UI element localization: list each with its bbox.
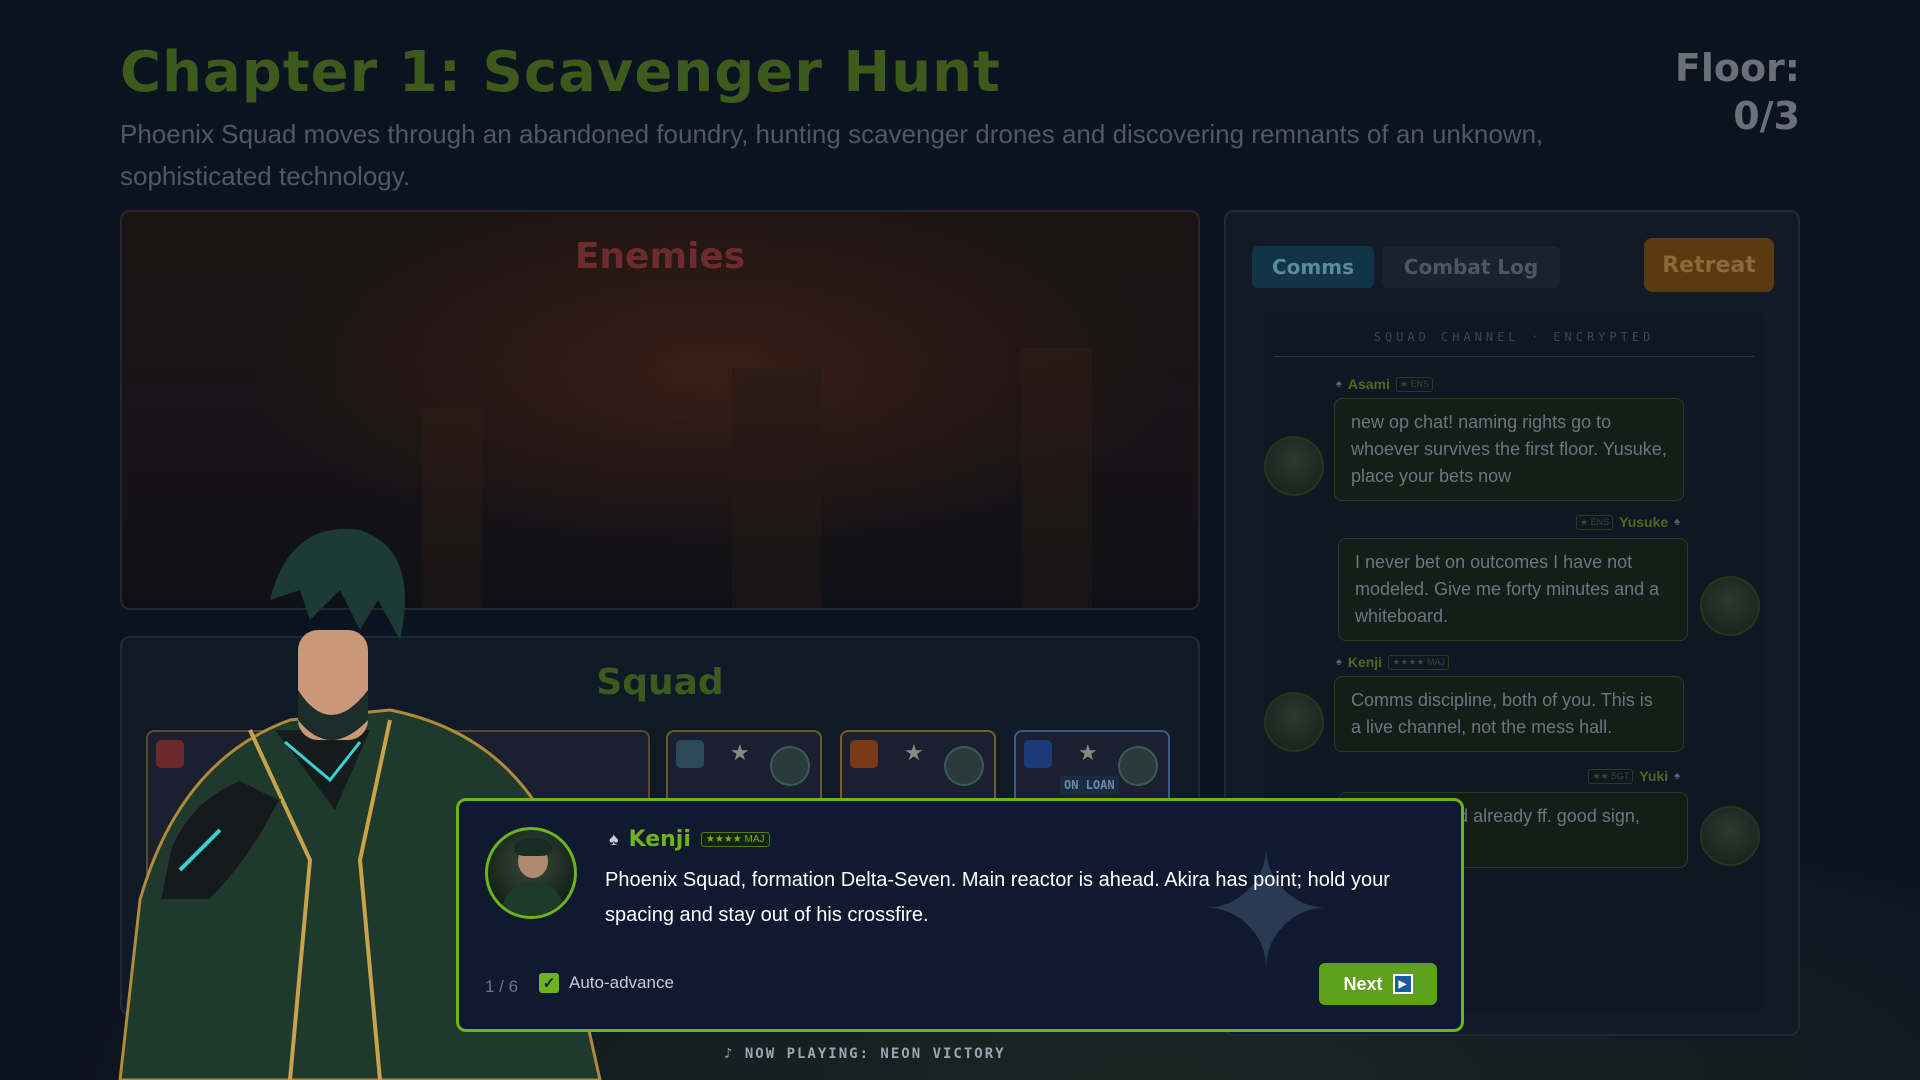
star-icon: ★ — [730, 740, 750, 765]
avatar-hair — [514, 838, 552, 856]
auto-advance-label: Auto-advance — [569, 973, 674, 992]
next-button-label: Next — [1343, 973, 1383, 994]
message-bubble: I never bet on outcomes I have not model… — [1338, 538, 1688, 641]
channel-divider — [1274, 356, 1754, 357]
phoenix-emblem-icon: ♠ — [1674, 516, 1680, 528]
message-bubble: Comms discipline, both of you. This is a… — [1334, 676, 1684, 752]
phoenix-emblem-icon: ♠ — [1336, 378, 1342, 390]
message-author: Kenji — [1347, 654, 1383, 670]
unit-badge-icon — [1024, 740, 1052, 768]
floor-value: 0/3 — [1733, 94, 1800, 138]
dialogue-box[interactable]: ✦ ♠ Kenji ★★★★ MAJ Phoenix Squad, format… — [456, 798, 1464, 1032]
speaker-name: Kenji — [628, 827, 691, 852]
now-playing-label: ♪ NOW PLAYING: NEON VICTORY — [724, 1046, 1006, 1062]
chapter-title: Chapter 1: Scavenger Hunt — [120, 40, 1001, 105]
chapter-header: Chapter 1: Scavenger Hunt Phoenix Squad … — [120, 40, 1600, 197]
tab-comms[interactable]: Comms — [1252, 246, 1374, 288]
avatar[interactable] — [1264, 436, 1324, 496]
speaker-rank-badge: ★★★★ MAJ — [700, 832, 770, 847]
unit-portrait — [944, 746, 984, 786]
star-icon: ★ — [1078, 740, 1098, 765]
play-icon: ▶ — [1392, 974, 1413, 994]
dialogue-progress: 1 / 6 — [485, 977, 519, 996]
avatar[interactable] — [1700, 806, 1760, 866]
rank-badge: ★ ENS — [1395, 376, 1433, 392]
avatar[interactable] — [1700, 576, 1760, 636]
message-author: Yusuke — [1619, 514, 1669, 530]
tab-combat-log[interactable]: Combat Log — [1382, 246, 1560, 288]
rank-badge: ★★ SGT — [1588, 768, 1634, 784]
rank-badge: ★★★★ MAJ — [1388, 654, 1449, 670]
message-author: Yuki — [1639, 768, 1669, 784]
floor-label: Floor: — [1674, 46, 1800, 90]
floor-indicator: Floor: 0/3 — [1675, 44, 1800, 140]
enemies-title: Enemies — [574, 236, 746, 277]
channel-label: SQUAD CHANNEL · ENCRYPTED — [1373, 330, 1655, 344]
message-meta: ♠ Asami ★ ENS — [1336, 376, 1433, 392]
unit-badge-icon — [156, 740, 184, 768]
dialogue-text: Phoenix Squad, formation Delta-Seven. Ma… — [605, 869, 1390, 926]
phoenix-emblem-icon: ♠ — [1336, 656, 1342, 668]
unit-portrait — [1118, 746, 1158, 786]
unit-portrait — [770, 746, 810, 786]
unit-badge-icon — [850, 740, 878, 768]
avatar[interactable] — [1264, 692, 1324, 752]
auto-advance-checkbox[interactable]: ✓ — [539, 973, 559, 993]
next-button[interactable]: Next ▶ — [1319, 963, 1437, 1005]
speaker-avatar — [485, 827, 577, 919]
message-meta: ♠ Kenji ★★★★ MAJ — [1336, 654, 1449, 670]
auto-advance-toggle[interactable]: ✓ Auto-advance — [539, 973, 674, 993]
star-icon: ★ — [904, 740, 924, 765]
on-loan-badge: ON LOAN — [1060, 776, 1119, 794]
retreat-button[interactable]: Retreat — [1644, 238, 1774, 292]
foundry-pillar — [1022, 348, 1092, 608]
unit-badge-icon — [676, 740, 704, 768]
message-bubble: new op chat! naming rights go to whoever… — [1334, 398, 1684, 501]
phoenix-emblem-icon: ♠ — [1674, 770, 1680, 782]
message-meta: ★★ SGT Yuki ♠ — [1588, 768, 1680, 784]
foundry-pillar — [422, 408, 482, 608]
phoenix-emblem-icon: ♠ — [609, 829, 619, 849]
avatar-body — [502, 882, 564, 916]
chapter-description: Phoenix Squad moves through an abandoned… — [120, 119, 1544, 191]
squad-title: Squad — [596, 662, 724, 703]
speaker-header: ♠ Kenji ★★★★ MAJ — [609, 827, 770, 852]
enemies-panel: Enemies — [120, 210, 1200, 610]
message-meta: ★ ENS Yusuke ♠ — [1576, 514, 1680, 530]
message-author: Asami — [1347, 376, 1390, 392]
rank-badge: ★ ENS — [1576, 514, 1614, 530]
foundry-pillar — [732, 368, 822, 608]
